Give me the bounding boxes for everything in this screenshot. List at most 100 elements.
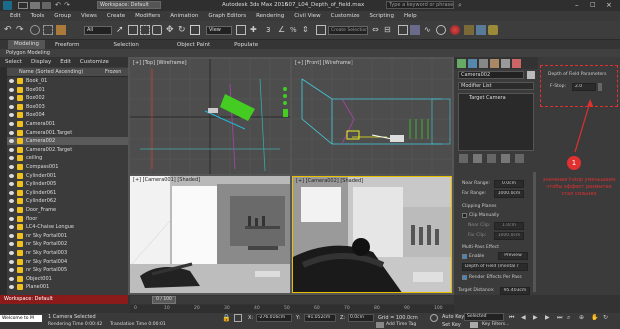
visibility-eye-icon[interactable] <box>9 96 14 101</box>
visibility-eye-icon[interactable] <box>9 156 14 161</box>
render-production-icon[interactable] <box>488 25 498 35</box>
undo-toolbar-icon[interactable]: ↶ <box>4 25 14 35</box>
scale-icon[interactable] <box>190 25 200 35</box>
list-item[interactable]: Camera001.Target <box>7 129 128 137</box>
scene-menu-customize[interactable]: Customize <box>80 59 109 65</box>
named-selection-sets-input[interactable]: Create Selection Se <box>328 26 368 35</box>
scene-explorer-toggle-icon[interactable] <box>398 25 408 35</box>
unlink-icon[interactable] <box>43 25 53 35</box>
menu-item-edit[interactable]: Edit <box>10 13 21 19</box>
key-mode-icon[interactable] <box>430 314 438 322</box>
configure-modifier-sets-icon[interactable] <box>515 154 524 163</box>
multipass-effect-dropdown[interactable]: Depth of Field (mental r <box>462 263 528 271</box>
list-item[interactable]: nr Sky Portal004 <box>7 258 128 266</box>
previous-frame-icon[interactable]: ◀ <box>521 313 530 322</box>
x-coord-field[interactable]: -276.016cm <box>256 314 292 322</box>
window-crossing-icon[interactable] <box>152 25 162 35</box>
move-icon[interactable]: ✥ <box>166 25 176 35</box>
visibility-eye-icon[interactable] <box>9 268 14 273</box>
edit-named-selection-icon[interactable] <box>316 25 326 35</box>
visibility-eye-icon[interactable] <box>9 147 14 152</box>
list-item[interactable]: Plane001 <box>7 283 128 291</box>
visibility-eye-icon[interactable] <box>9 242 14 247</box>
redo-icon[interactable]: ↷ <box>64 2 72 9</box>
target-distance-spinner[interactable]: 95.403cm <box>500 287 530 295</box>
create-tab-icon[interactable] <box>457 58 466 68</box>
viewport-front[interactable]: [+] [Front] [Wireframe] <box>292 59 452 174</box>
visibility-eye-icon[interactable] <box>9 87 14 92</box>
orbit-icon[interactable]: ↻ <box>603 313 612 322</box>
list-item[interactable]: Camera002 <box>7 137 128 146</box>
menu-item-graph-editors[interactable]: Graph Editors <box>208 13 246 19</box>
auto-key-button[interactable]: Auto Key <box>442 314 464 320</box>
time-slider[interactable]: 0 / 100 <box>130 296 454 304</box>
ribbon-tab-modeling[interactable]: Modeling <box>8 40 46 49</box>
app-logo-icon[interactable] <box>3 1 12 10</box>
select-by-name-icon[interactable] <box>128 25 138 35</box>
open-file-icon[interactable] <box>30 2 40 9</box>
visibility-eye-icon[interactable] <box>9 122 14 126</box>
snaps-toggle-icon[interactable]: 3 <box>266 25 276 35</box>
select-and-manipulate-icon[interactable]: ✚ <box>250 25 260 35</box>
ribbon-tab-freeform[interactable]: Freeform <box>55 42 80 48</box>
scene-menu-edit[interactable]: Edit <box>60 59 71 65</box>
align-icon[interactable]: ⊟ <box>384 25 394 35</box>
render-effects-per-pass-checkbox[interactable] <box>462 275 467 280</box>
visibility-eye-icon[interactable] <box>9 190 14 195</box>
schematic-view-icon[interactable] <box>436 25 446 35</box>
redo-toolbar-icon[interactable]: ↷ <box>16 25 26 35</box>
search-input[interactable]: Type a keyword or phrase <box>386 1 454 9</box>
list-item[interactable]: ceiling <box>7 154 128 162</box>
viewport-top[interactable]: [+] [Top] [Wireframe] <box>130 59 290 174</box>
percent-snap-icon[interactable]: % <box>290 25 300 35</box>
zoom-icon[interactable]: ⌕ <box>567 313 576 322</box>
name-column-header[interactable]: Name (Sorted Ascending) <box>19 69 83 75</box>
go-to-end-icon[interactable]: ⏭ <box>557 313 566 322</box>
list-item[interactable]: Book_01 <box>7 77 128 85</box>
command-panel-scrollbar[interactable] <box>533 172 536 292</box>
visibility-eye-icon[interactable] <box>9 251 14 255</box>
viewport-camera002-label[interactable]: [+] [Camera002] [Shaded] <box>296 178 363 184</box>
search-icon[interactable]: ⌕ <box>458 1 462 9</box>
timeline-ruler[interactable]: 0 10 20 30 40 50 60 70 80 90 100 <box>130 305 454 313</box>
far-range-spinner[interactable]: 1000.0cm <box>494 190 524 198</box>
select-object-icon[interactable]: ➚ <box>116 25 126 35</box>
list-item[interactable]: Cylinder061 <box>7 189 128 197</box>
make-unique-icon[interactable] <box>487 154 496 163</box>
modify-tab-icon[interactable] <box>468 58 477 68</box>
visibility-eye-icon[interactable] <box>9 199 14 204</box>
menu-item-customize[interactable]: Customize <box>331 13 360 19</box>
visibility-eye-icon[interactable] <box>9 130 14 135</box>
display-tab-icon[interactable] <box>501 58 510 68</box>
list-item[interactable]: Cylinder005 <box>7 180 128 188</box>
undo-icon[interactable]: ↶ <box>55 2 63 9</box>
object-color-swatch[interactable] <box>527 71 535 79</box>
zoom-all-icon[interactable]: ⊕ <box>579 313 588 322</box>
maximize-button[interactable]: □ <box>590 1 596 9</box>
scene-menu-display[interactable]: Display <box>31 59 51 65</box>
visibility-eye-icon[interactable] <box>9 113 14 118</box>
list-item[interactable]: Box001 <box>7 86 128 94</box>
next-frame-icon[interactable]: ▶ <box>545 313 554 322</box>
list-item[interactable]: Box003 <box>7 103 128 111</box>
list-item[interactable]: LC4-Chaise Longue <box>7 223 128 231</box>
menu-item-animation[interactable]: Animation <box>170 13 198 19</box>
spinner-snap-icon[interactable]: ⇕ <box>302 25 312 35</box>
add-time-tag-icon[interactable] <box>376 322 384 328</box>
hierarchy-tab-icon[interactable] <box>479 58 488 68</box>
add-time-tag-button[interactable]: Add Time Tag <box>386 322 416 327</box>
close-button[interactable]: × <box>606 1 612 9</box>
angle-snap-icon[interactable]: ∠ <box>278 25 288 35</box>
list-item[interactable]: nr Sky Portal002 <box>7 240 128 248</box>
maxscript-listener[interactable]: Welcome to M <box>0 315 42 322</box>
go-to-start-icon[interactable]: ⏮ <box>509 313 518 322</box>
viewport-camera001[interactable]: [+] [Camera001] [Shaded] <box>130 176 290 293</box>
ribbon-tab-populate[interactable]: Populate <box>234 42 258 48</box>
visibility-eye-icon[interactable] <box>9 182 14 187</box>
list-item[interactable]: nr Sky Portal001 <box>7 232 128 240</box>
visibility-eye-icon[interactable] <box>9 216 14 221</box>
render-setup-icon[interactable] <box>464 25 474 35</box>
modifier-stack-item[interactable]: Target Camera <box>469 95 506 101</box>
object-name-field[interactable]: Camera002 <box>458 71 524 79</box>
pivot-center-icon[interactable] <box>236 25 246 35</box>
